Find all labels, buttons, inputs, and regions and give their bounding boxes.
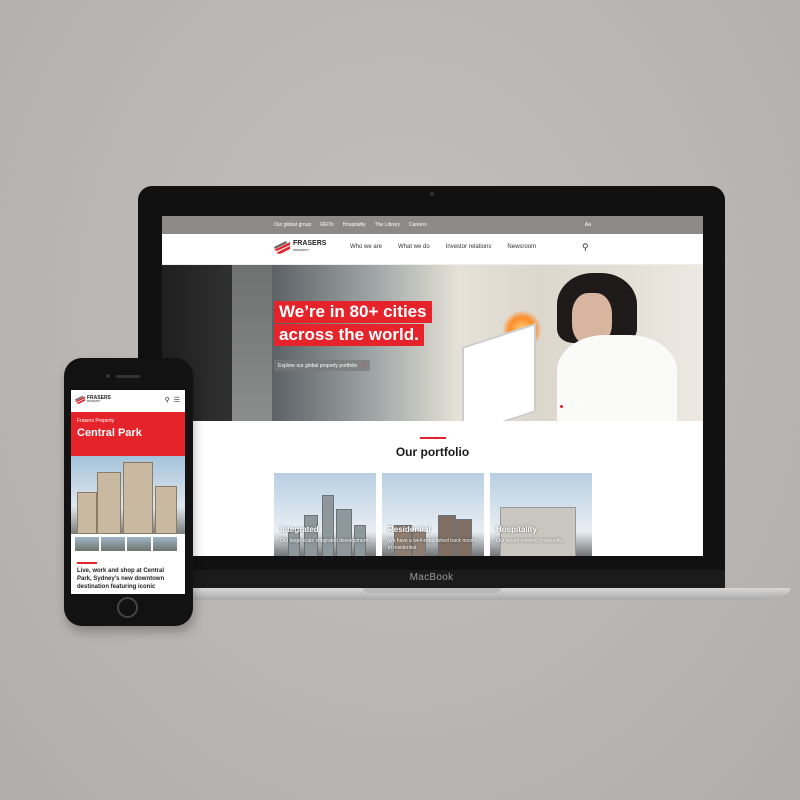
phone-screen: FRASERS PROPERTY ⚲ ☰ Frasers Property Ce…	[71, 390, 185, 594]
laptop-chin: MacBook	[138, 570, 725, 588]
home-button[interactable]	[117, 597, 138, 618]
laptop-lid: Our global group REITs Hospitality The L…	[138, 186, 725, 578]
nav-who-we-are[interactable]: Who we are	[350, 244, 382, 250]
mobile-accent-rule	[77, 562, 97, 564]
card-description: We have a well-established track record …	[388, 538, 477, 551]
mobile-body-text: Live, work and shop at Central Park, Syd…	[77, 568, 165, 590]
thumbnail[interactable]	[101, 537, 125, 551]
hero-banner: We’re in 80+ cities across the world. Ex…	[162, 265, 703, 421]
portfolio-card-integrated[interactable]: Integrated Our large-scale integrated de…	[274, 473, 376, 556]
nav-what-we-do[interactable]: What we do	[398, 244, 430, 250]
thumbnail[interactable]	[127, 537, 151, 551]
hero-cta-label: Explore our global property portfolio	[278, 363, 358, 369]
thumbnail[interactable]	[75, 537, 99, 551]
logo-sub: PROPERTY	[293, 248, 310, 252]
card-label: Hospitality	[496, 525, 537, 534]
mobile-logo-text: FRASERS PROPERTY	[87, 395, 111, 404]
utility-link-reits[interactable]: REITs	[320, 222, 333, 228]
carousel-dot[interactable]	[567, 405, 570, 408]
mobile-title-banner: Frasers Property Central Park	[71, 412, 185, 456]
carousel-dot[interactable]	[560, 405, 563, 408]
portfolio-card-hospitality[interactable]: Hospitality Our award-winning hospitalit…	[490, 473, 592, 556]
card-description: Our award-winning hospitality...	[496, 538, 566, 544]
utility-link-careers[interactable]: Careers	[409, 222, 427, 228]
portfolio-card-residential[interactable]: Residential We have a well-established t…	[382, 473, 484, 556]
utility-link-hospitality[interactable]: Hospitality	[343, 222, 366, 228]
laptop-notch	[363, 588, 501, 593]
search-icon[interactable]: ⚲	[165, 396, 170, 404]
carousel-dot[interactable]	[574, 405, 577, 408]
font-size-toggle[interactable]: Aa	[585, 222, 591, 228]
hero-cta-link[interactable]: Explore our global property portfolio ›	[274, 360, 370, 371]
mobile-hero-image	[71, 456, 185, 534]
mobile-logo[interactable]: FRASERS PROPERTY	[75, 395, 111, 404]
nav-newsroom[interactable]: Newsroom	[507, 244, 536, 250]
hero-photo-woman	[557, 335, 677, 421]
nav-investor-relations[interactable]: Investor relations	[446, 244, 492, 250]
mobile-thumbnails	[71, 534, 185, 554]
laptop-camera	[430, 192, 434, 196]
phone: FRASERS PROPERTY ⚲ ☰ Frasers Property Ce…	[64, 358, 193, 626]
hero-headline-line1: We’re in 80+ cities	[274, 301, 432, 323]
mobile-page-title: Central Park	[77, 427, 142, 439]
logo-name: FRASERS	[293, 240, 327, 247]
menu-icon[interactable]: ☰	[174, 396, 180, 404]
mobile-subtitle: Frasers Property	[77, 418, 115, 424]
logo-text: FRASERS PROPERTY	[293, 240, 327, 253]
search-icon[interactable]: ⚲	[582, 242, 589, 253]
chevron-right-icon: ›	[363, 362, 366, 369]
portfolio-section: Our portfolio Integrated Our large-scale…	[162, 421, 703, 556]
utility-link-global-group[interactable]: Our global group	[274, 222, 311, 228]
section-accent-rule	[420, 437, 446, 439]
card-description: Our large-scale integrated development..…	[280, 538, 372, 544]
card-label: Residential	[388, 525, 431, 534]
utility-nav: Our global group REITs Hospitality The L…	[162, 216, 703, 234]
carousel-dot[interactable]	[581, 405, 584, 408]
main-nav: FRASERS PROPERTY Who we are What we do I…	[162, 234, 703, 265]
hero-photo-shirt	[232, 265, 272, 421]
portfolio-title: Our portfolio	[395, 445, 470, 459]
primary-nav-links: Who we are What we do Investor relations…	[350, 244, 536, 250]
logo-mark-icon	[274, 241, 290, 254]
carousel-dots	[560, 405, 584, 408]
laptop-brand: MacBook	[409, 572, 454, 583]
hero-headline-line2: across the world.	[274, 324, 424, 346]
mobile-header: FRASERS PROPERTY ⚲ ☰	[71, 390, 185, 412]
laptop-screen: Our global group REITs Hospitality The L…	[162, 216, 703, 556]
logo-mark-icon	[75, 395, 85, 404]
mobile-header-icons: ⚲ ☰	[165, 396, 180, 404]
utility-link-library[interactable]: The Library	[375, 222, 400, 228]
thumbnail[interactable]	[153, 537, 177, 551]
phone-speaker	[116, 375, 140, 378]
card-label: Integrated	[280, 525, 319, 534]
site-logo[interactable]: FRASERS PROPERTY	[274, 240, 326, 254]
hero-photo-monitor	[462, 322, 536, 421]
phone-camera	[106, 374, 110, 378]
